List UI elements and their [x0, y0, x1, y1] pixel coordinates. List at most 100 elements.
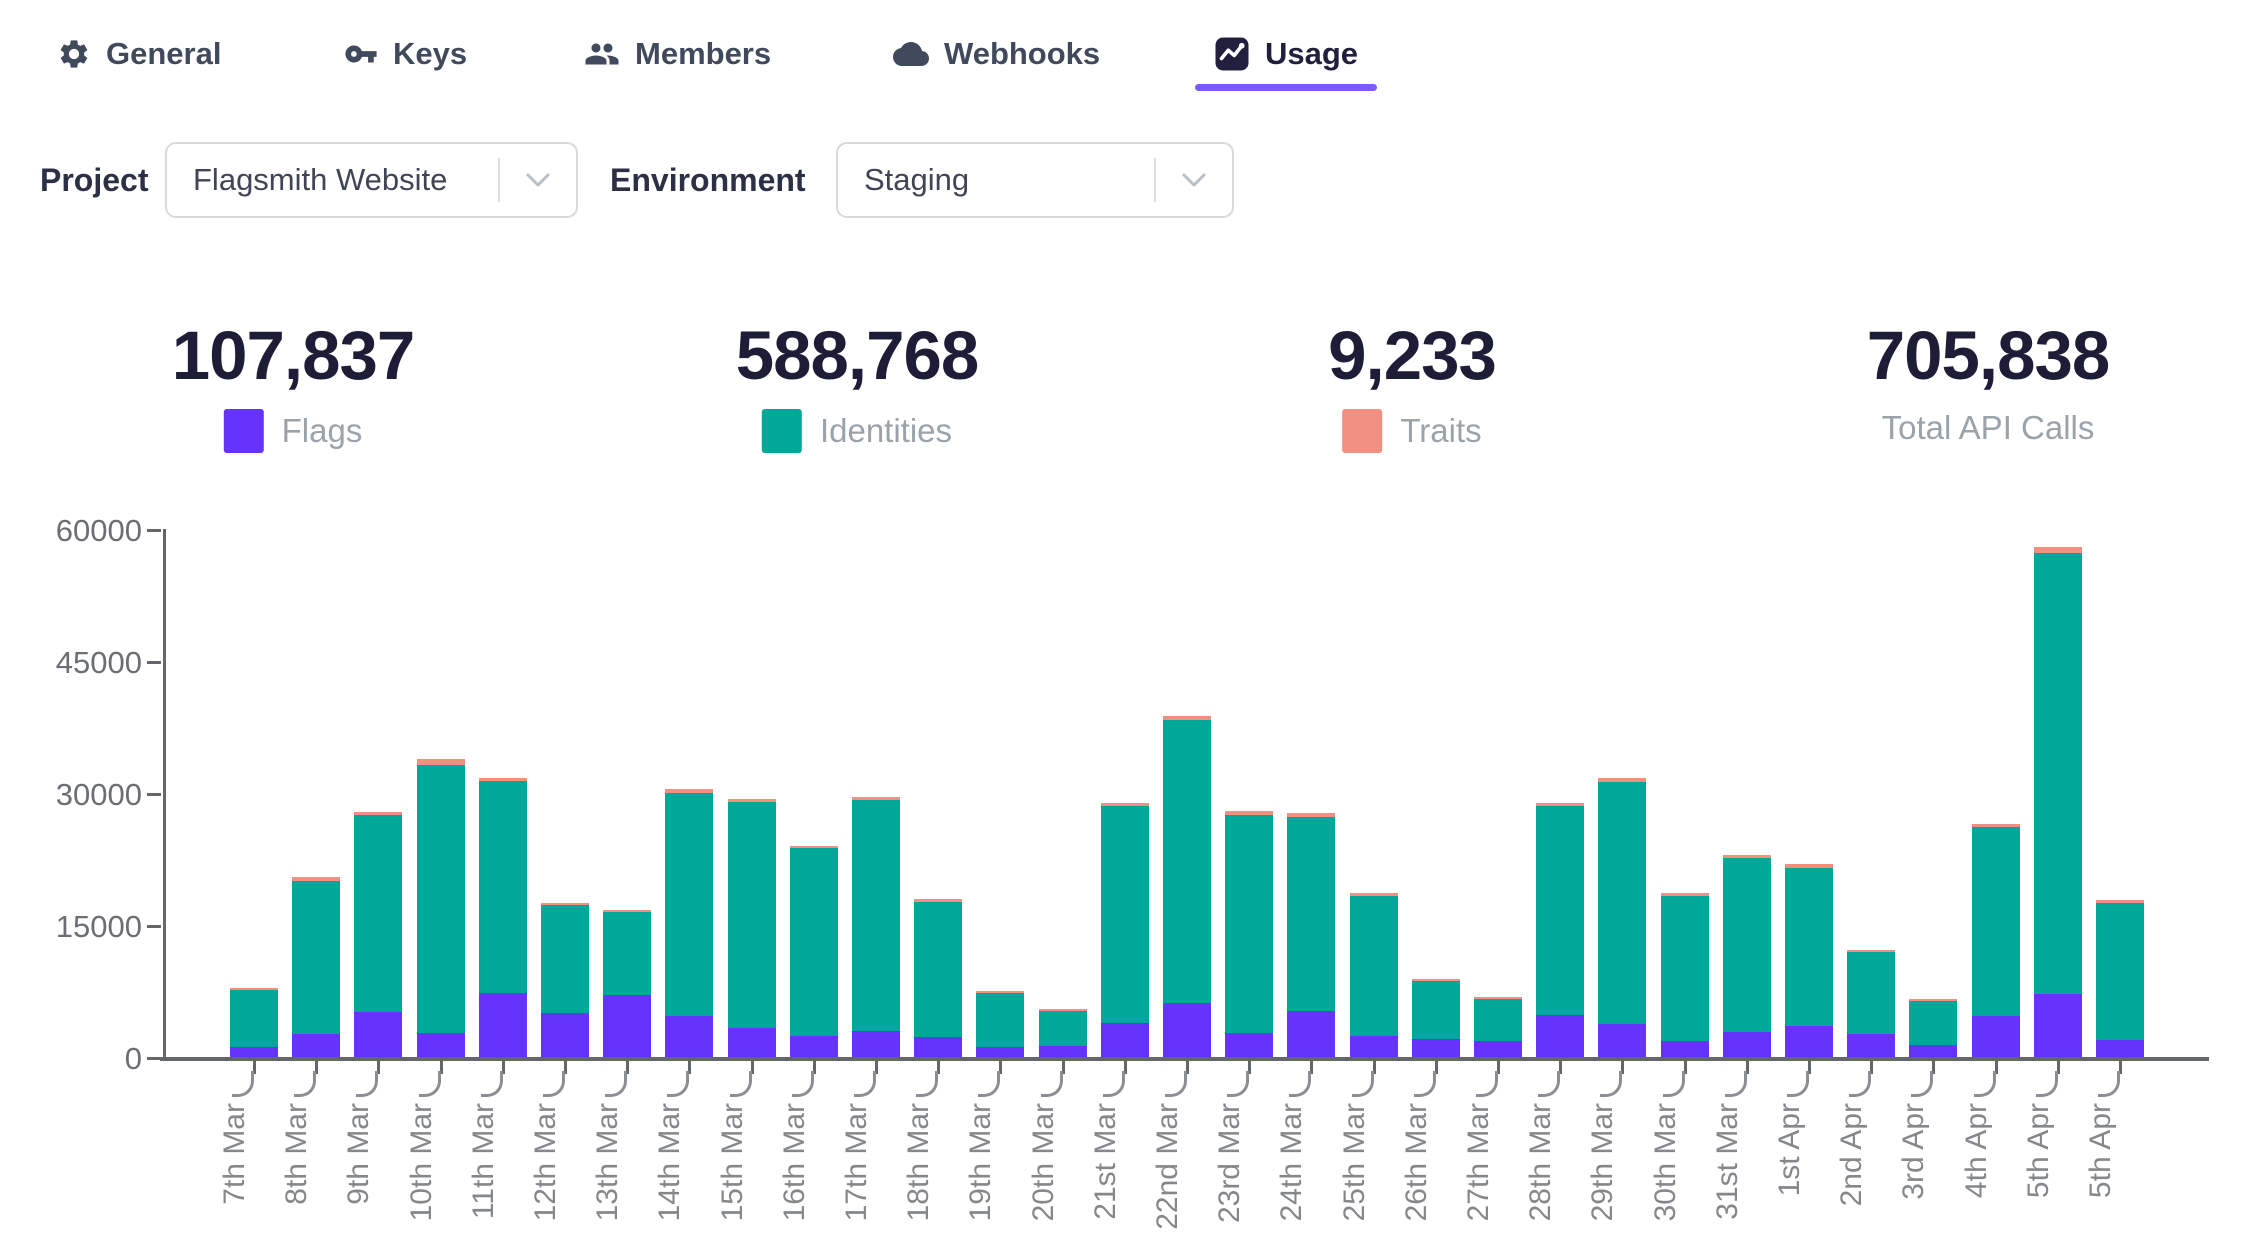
bar-segment-traits[interactable] [1163, 716, 1211, 720]
bar-segment-traits[interactable] [603, 910, 651, 912]
bar-segment-traits[interactable] [417, 759, 465, 765]
bar-segment-traits[interactable] [1785, 864, 1833, 868]
environment-select[interactable]: Staging [836, 142, 1234, 218]
bar-segment-flags[interactable] [1474, 1041, 1522, 1057]
bar-segment-flags[interactable] [1909, 1045, 1957, 1057]
bar-segment-flags[interactable] [1972, 1016, 2020, 1057]
bar-segment-flags[interactable] [665, 1016, 713, 1057]
bar-segment-identities[interactable] [852, 800, 900, 1031]
bar-segment-traits[interactable] [1350, 893, 1398, 896]
bar-segment-traits[interactable] [2096, 900, 2144, 903]
bar-segment-traits[interactable] [1723, 855, 1771, 859]
bar-segment-identities[interactable] [914, 902, 962, 1037]
bar-segment-identities[interactable] [1350, 896, 1398, 1035]
bar-segment-traits[interactable] [1661, 893, 1709, 896]
bar-segment-flags[interactable] [1039, 1046, 1087, 1057]
bar-segment-traits[interactable] [1474, 997, 1522, 999]
bar-segment-traits[interactable] [1225, 811, 1273, 815]
bar-segment-traits[interactable] [1847, 950, 1895, 952]
bar-segment-traits[interactable] [914, 899, 962, 901]
bar-segment-identities[interactable] [976, 993, 1024, 1048]
bar-segment-identities[interactable] [1598, 782, 1646, 1025]
bar-segment-identities[interactable] [665, 793, 713, 1016]
bar-segment-traits[interactable] [1039, 1009, 1087, 1011]
bar-segment-flags[interactable] [541, 1013, 589, 1057]
bar-segment-flags[interactable] [2096, 1040, 2144, 1057]
bar-segment-flags[interactable] [1847, 1034, 1895, 1057]
bar-segment-traits[interactable] [1598, 778, 1646, 782]
bar-segment-identities[interactable] [1039, 1011, 1087, 1045]
bar-segment-identities[interactable] [417, 765, 465, 1033]
bar-segment-flags[interactable] [1225, 1033, 1273, 1057]
bar-segment-flags[interactable] [1723, 1032, 1771, 1057]
bar-segment-identities[interactable] [1412, 981, 1460, 1039]
bar-segment-traits[interactable] [976, 991, 1024, 993]
bar-segment-traits[interactable] [1536, 803, 1584, 807]
bar-segment-flags[interactable] [790, 1036, 838, 1057]
bar-segment-traits[interactable] [230, 988, 278, 990]
bar-segment-flags[interactable] [852, 1031, 900, 1057]
bar-segment-identities[interactable] [2034, 553, 2082, 994]
bar-segment-traits[interactable] [479, 778, 527, 781]
bar-segment-identities[interactable] [1847, 952, 1895, 1034]
bar-segment-flags[interactable] [1661, 1041, 1709, 1057]
bar-segment-traits[interactable] [852, 797, 900, 800]
bar-segment-flags[interactable] [1536, 1015, 1584, 1057]
bar-segment-flags[interactable] [1598, 1024, 1646, 1057]
bar-segment-flags[interactable] [1287, 1011, 1335, 1057]
bar-segment-flags[interactable] [1163, 1003, 1211, 1057]
project-select[interactable]: Flagsmith Website [165, 142, 578, 218]
bar-segment-flags[interactable] [1101, 1023, 1149, 1057]
bar-segment-identities[interactable] [354, 815, 402, 1012]
bar-segment-traits[interactable] [541, 903, 589, 905]
bar-segment-identities[interactable] [1536, 806, 1584, 1015]
tab-usage[interactable]: Usage [1214, 28, 1358, 80]
bar-segment-traits[interactable] [1287, 813, 1335, 817]
bar-segment-traits[interactable] [2034, 547, 2082, 552]
bar-segment-identities[interactable] [728, 802, 776, 1028]
bar-segment-flags[interactable] [1350, 1036, 1398, 1057]
bar-segment-identities[interactable] [1723, 858, 1771, 1032]
bar-segment-identities[interactable] [603, 912, 651, 995]
bar-segment-flags[interactable] [976, 1047, 1024, 1057]
bar-segment-traits[interactable] [665, 789, 713, 793]
bar-segment-traits[interactable] [1909, 999, 1957, 1001]
bar-segment-flags[interactable] [2034, 994, 2082, 1057]
tab-members[interactable]: Members [584, 28, 771, 80]
bar-segment-traits[interactable] [790, 846, 838, 849]
bar-segment-identities[interactable] [1225, 815, 1273, 1033]
tab-webhooks[interactable]: Webhooks [893, 28, 1100, 80]
bar-segment-identities[interactable] [479, 781, 527, 993]
bar-segment-identities[interactable] [790, 848, 838, 1035]
bar-segment-flags[interactable] [479, 993, 527, 1057]
bar-segment-flags[interactable] [354, 1012, 402, 1057]
bar-segment-flags[interactable] [603, 995, 651, 1057]
bar-segment-identities[interactable] [1909, 1001, 1957, 1045]
bar-segment-traits[interactable] [292, 877, 340, 880]
bar-segment-flags[interactable] [914, 1037, 962, 1057]
bar-segment-identities[interactable] [1661, 896, 1709, 1041]
bar-segment-traits[interactable] [1972, 824, 2020, 828]
bar-segment-traits[interactable] [1412, 979, 1460, 981]
bar-segment-flags[interactable] [292, 1034, 340, 1057]
bar-segment-flags[interactable] [417, 1033, 465, 1057]
bar-segment-flags[interactable] [1785, 1026, 1833, 1057]
bar-segment-identities[interactable] [1287, 817, 1335, 1011]
bar-segment-identities[interactable] [1474, 999, 1522, 1041]
bar-segment-flags[interactable] [230, 1047, 278, 1057]
tab-keys[interactable]: Keys [344, 28, 467, 80]
bar-segment-traits[interactable] [1101, 803, 1149, 806]
bar-segment-identities[interactable] [2096, 903, 2144, 1040]
bar-segment-identities[interactable] [1101, 806, 1149, 1023]
bar-segment-identities[interactable] [292, 881, 340, 1035]
bar-segment-flags[interactable] [1412, 1039, 1460, 1057]
bar-segment-identities[interactable] [1785, 868, 1833, 1026]
bar-segment-identities[interactable] [1972, 827, 2020, 1015]
tab-general[interactable]: General [57, 28, 221, 80]
bar-segment-flags[interactable] [728, 1028, 776, 1057]
bar-segment-traits[interactable] [728, 799, 776, 802]
bar-segment-identities[interactable] [230, 990, 278, 1048]
bar-segment-identities[interactable] [1163, 720, 1211, 1004]
bar-segment-traits[interactable] [354, 812, 402, 815]
bar-segment-identities[interactable] [541, 905, 589, 1013]
